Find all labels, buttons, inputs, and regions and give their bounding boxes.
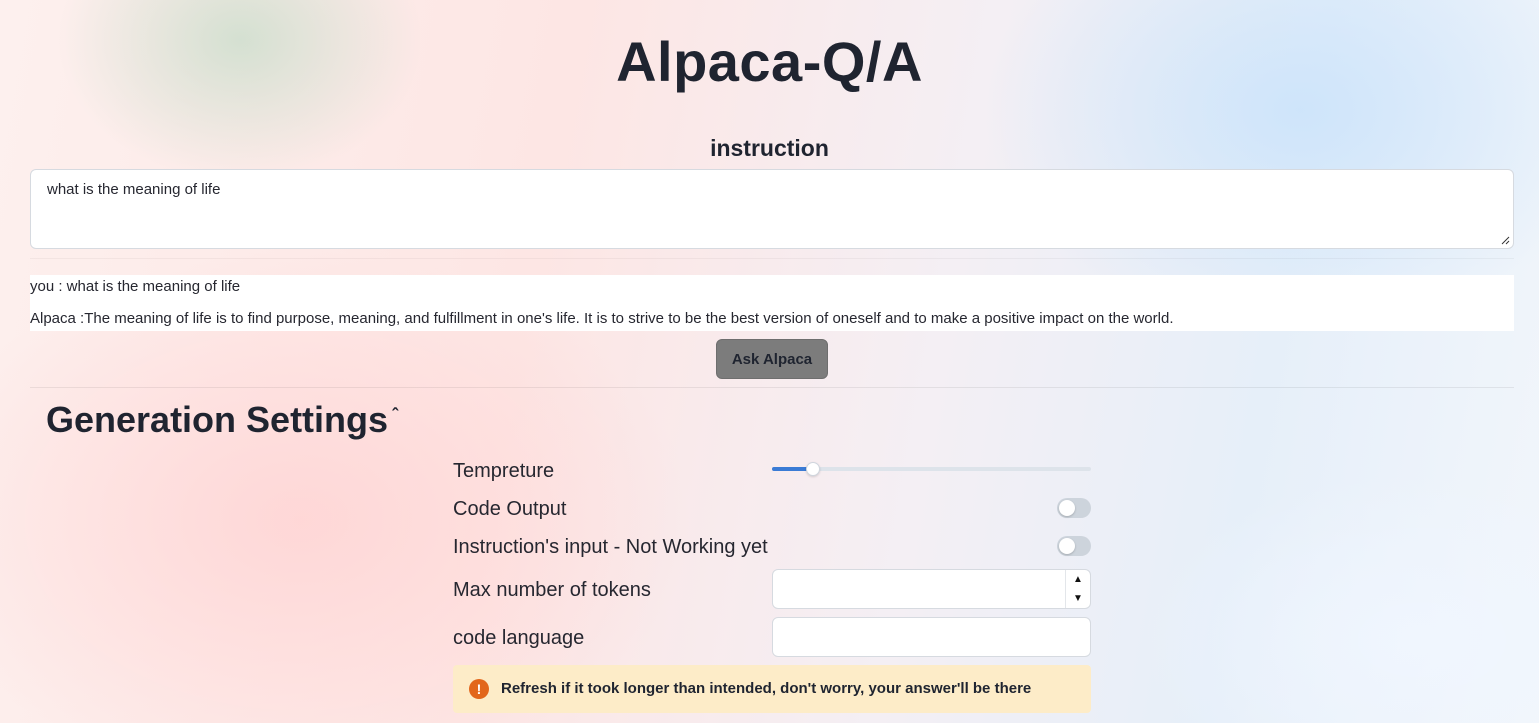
number-spinner: ▲ ▼ xyxy=(1065,570,1090,608)
toggle-knob xyxy=(1059,538,1075,554)
divider xyxy=(30,258,1514,259)
exclamation-icon: ! xyxy=(469,679,489,699)
resize-grip-icon[interactable] xyxy=(1500,235,1510,245)
alert-banner: ! Refresh if it took longer than intende… xyxy=(453,665,1091,713)
instruction-input-toggle[interactable] xyxy=(1057,536,1091,556)
max-tokens-label: Max number of tokens xyxy=(453,579,651,601)
toggle-knob xyxy=(1059,500,1075,516)
max-tokens-input[interactable]: ▲ ▼ xyxy=(772,569,1091,609)
chat-bot-line: Alpaca :The meaning of life is to find p… xyxy=(30,310,1174,327)
spin-down-icon[interactable]: ▼ xyxy=(1066,589,1090,608)
temperature-label: Tempreture xyxy=(453,460,555,482)
settings-title: Generation Settings xyxy=(46,399,389,440)
alert-text: Refresh if it took longer than intended,… xyxy=(501,680,1032,697)
settings-header[interactable]: Generation Settings ˆ xyxy=(46,398,398,442)
divider xyxy=(30,387,1514,388)
chevron-up-icon[interactable]: ˆ xyxy=(392,406,398,424)
chat-user-line: you : what is the meaning of life xyxy=(30,278,241,295)
code-language-label: code language xyxy=(453,627,585,649)
code-language-input[interactable] xyxy=(772,617,1091,657)
code-output-toggle[interactable] xyxy=(1057,498,1091,518)
instruction-label: instruction xyxy=(710,135,829,161)
instruction-textarea[interactable]: what is the meaning of life xyxy=(30,169,1514,249)
instruction-text: what is the meaning of life xyxy=(47,181,221,198)
temperature-slider[interactable] xyxy=(772,462,1091,476)
spin-up-icon[interactable]: ▲ xyxy=(1066,570,1090,589)
instruction-input-label: Instruction's input - Not Working yet xyxy=(453,536,768,558)
ask-alpaca-button[interactable]: Ask Alpaca xyxy=(716,339,828,379)
code-output-label: Code Output xyxy=(453,498,567,520)
chat-output: you : what is the meaning of life Alpaca… xyxy=(30,275,1514,331)
page-title: Alpaca-Q/A xyxy=(616,30,923,93)
slider-thumb[interactable] xyxy=(806,462,821,476)
